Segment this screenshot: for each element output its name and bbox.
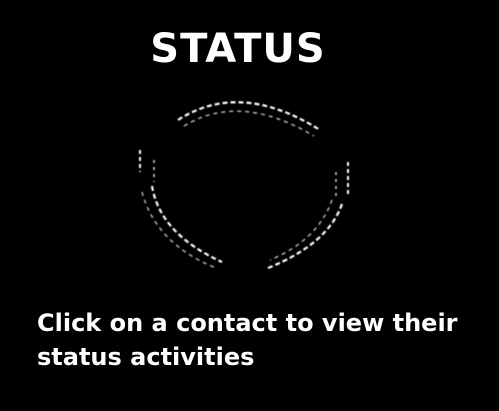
status-ring-icon [139,101,349,270]
status-empty-screen: STATUS Click on a contact to view their … [0,0,499,411]
empty-state-hint: Click on a contact to view their status … [37,309,458,371]
page-title: STATUS [150,26,326,72]
